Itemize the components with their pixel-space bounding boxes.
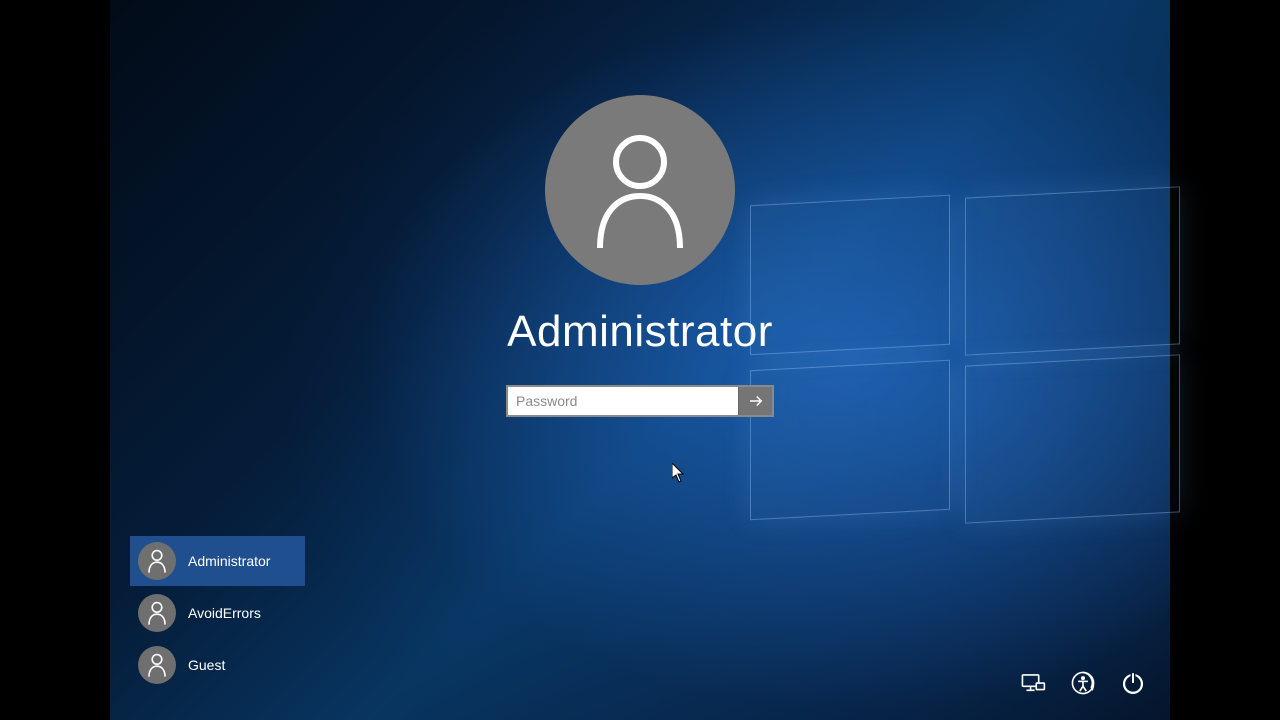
user-item-guest[interactable]: Guest <box>130 640 305 690</box>
lock-screen: Administrator Administrator <box>110 0 1170 720</box>
windows-logo-background <box>750 200 1180 530</box>
user-item-label: Administrator <box>188 553 270 569</box>
user-avatar-small <box>138 542 176 580</box>
user-avatar-large <box>545 95 735 285</box>
person-icon <box>590 130 690 250</box>
ease-of-access-icon <box>1070 670 1096 696</box>
ease-of-access-button[interactable] <box>1068 668 1098 698</box>
user-item-label: Guest <box>188 657 225 673</box>
system-buttons <box>1018 668 1148 698</box>
user-item-avoiderrors[interactable]: AvoidErrors <box>130 588 305 638</box>
person-icon <box>147 653 167 677</box>
person-icon <box>147 549 167 573</box>
submit-button[interactable] <box>738 387 772 415</box>
user-avatar-small <box>138 594 176 632</box>
person-icon <box>147 601 167 625</box>
user-item-label: AvoidErrors <box>188 605 261 621</box>
password-input[interactable] <box>508 387 738 415</box>
power-button[interactable] <box>1118 668 1148 698</box>
login-panel: Administrator <box>506 95 774 417</box>
network-icon <box>1020 670 1046 696</box>
arrow-right-icon <box>747 392 765 410</box>
user-item-administrator[interactable]: Administrator <box>130 536 305 586</box>
user-list: Administrator AvoidErrors Guest <box>130 536 305 690</box>
selected-username: Administrator <box>507 307 773 357</box>
power-icon <box>1120 670 1146 696</box>
user-avatar-small <box>138 646 176 684</box>
network-button[interactable] <box>1018 668 1048 698</box>
password-row <box>506 385 774 417</box>
mouse-cursor <box>672 463 686 483</box>
